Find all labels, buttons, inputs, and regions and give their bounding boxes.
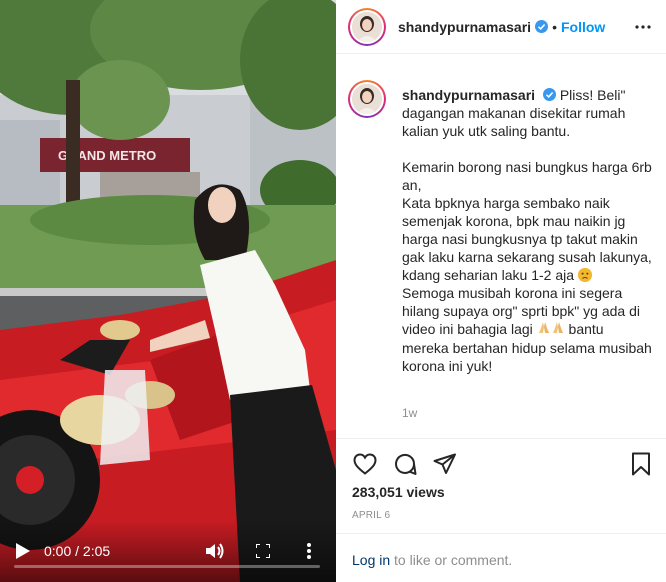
comment-icon[interactable]: [392, 451, 418, 477]
caption-avatar[interactable]: [348, 80, 386, 118]
sad-face-emoji: [577, 268, 592, 282]
duration: 2:05: [82, 543, 111, 559]
login-prompt: Log in to like or comment.: [336, 533, 666, 582]
praying-hands-emoji: [537, 321, 565, 339]
more-options-icon[interactable]: [634, 18, 652, 36]
more-icon[interactable]: [298, 540, 320, 562]
caption-text: shandypurnamasari Pliss! Beli" dagangan …: [402, 86, 654, 375]
heart-icon[interactable]: [352, 451, 378, 477]
avatar-image: [352, 11, 382, 42]
video-frame: GRAND METRO: [0, 0, 336, 582]
follow-button[interactable]: Follow: [561, 19, 605, 35]
volume-icon[interactable]: [204, 540, 226, 562]
verified-badge-icon: [535, 20, 549, 33]
caption-username[interactable]: shandypurnamasari: [402, 87, 535, 103]
post-header: shandypurnamasari • Follow: [336, 0, 666, 54]
time-separator: /: [71, 543, 83, 559]
time-ago[interactable]: 1w: [402, 406, 417, 420]
video-time: 0:00 / 2:05: [44, 542, 110, 560]
views-count[interactable]: 283,051 views: [352, 484, 445, 500]
header-username[interactable]: shandypurnamasari: [398, 19, 531, 35]
progress-bar[interactable]: [14, 565, 320, 568]
action-bar: [336, 438, 666, 484]
paper-plane-icon[interactable]: [432, 451, 458, 477]
fullscreen-icon[interactable]: [252, 540, 274, 562]
login-prompt-text: to like or comment.: [390, 552, 513, 568]
avatar[interactable]: [348, 7, 386, 46]
post-panel: shandypurnamasari • Follow shandypurnama…: [336, 0, 666, 582]
caption-paragraph-2: Kemarin borong nasi bungkus harga 6rb an…: [402, 159, 652, 193]
video-player[interactable]: GRAND METRO 0:00 / 2:05: [0, 0, 336, 582]
play-icon[interactable]: [12, 540, 34, 562]
login-link[interactable]: Log in: [352, 552, 390, 568]
caption-paragraph-3: Kata bpknya harga sembako naik semenjak …: [402, 195, 652, 283]
avatar-image: [352, 84, 382, 114]
bookmark-icon[interactable]: [628, 451, 654, 477]
caption-area: shandypurnamasari Pliss! Beli" dagangan …: [336, 66, 666, 436]
verified-badge-icon: [542, 88, 556, 101]
post-date[interactable]: APRIL 6: [352, 510, 390, 521]
separator-dot: •: [552, 18, 557, 35]
video-controls: 0:00 / 2:05: [0, 520, 336, 582]
current-time: 0:00: [44, 543, 72, 559]
caption-paragraph-4: Semoga musibah korona ini segera hilang …: [402, 285, 640, 337]
